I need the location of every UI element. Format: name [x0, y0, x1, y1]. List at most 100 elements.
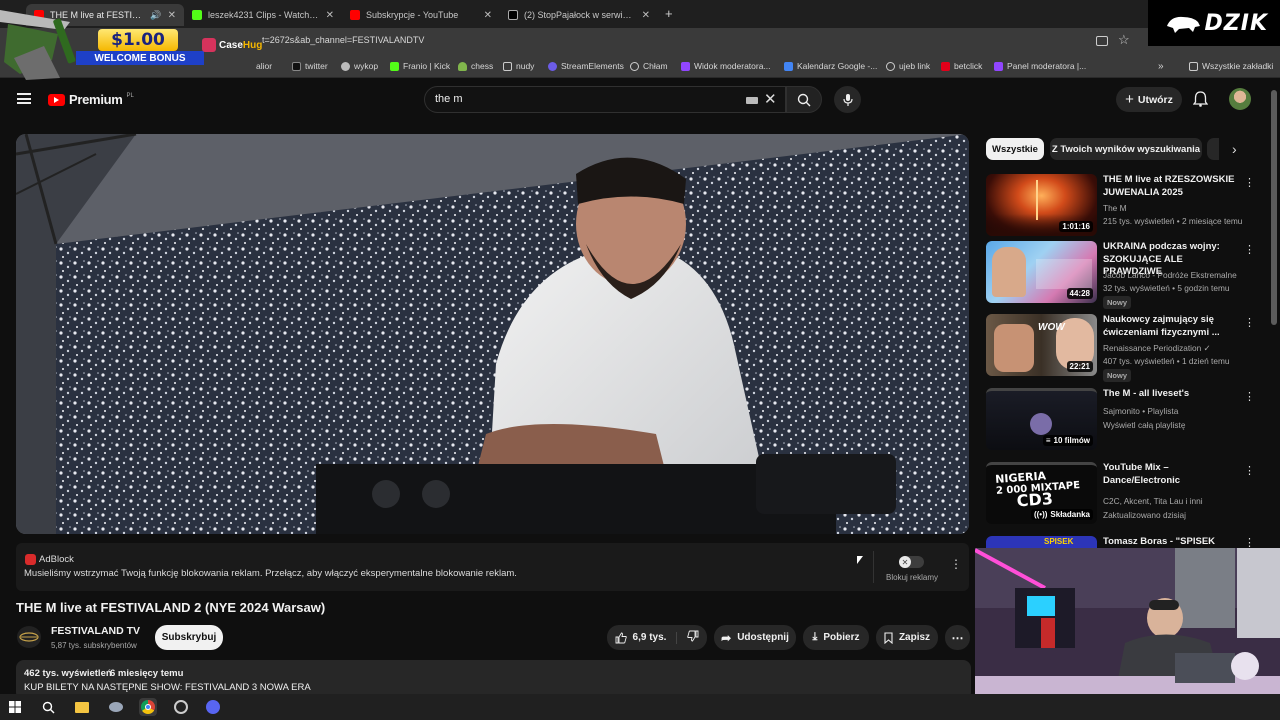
youtube-play-icon [48, 93, 65, 106]
bookmark-kalendarz[interactable]: Kalendarz Google -... [784, 61, 877, 71]
install-app-icon[interactable] [1096, 36, 1108, 46]
avatar[interactable] [1229, 88, 1251, 110]
adblock-title: AdBlock [39, 554, 74, 565]
download-button[interactable]: ⤓ Pobierz [803, 625, 869, 650]
video-thumbnail[interactable]: WOW 22:21 [986, 314, 1097, 376]
twitch-icon [681, 61, 690, 71]
chip-from-your-search[interactable]: Z Twoich wyników wyszukiwania [1050, 138, 1202, 160]
bookmark-label: Panel moderatora |... [1007, 61, 1087, 71]
windows-start-icon[interactable] [6, 698, 24, 716]
url-text[interactable]: t=2672s&ab_channel=FESTIVALANDTV [262, 35, 424, 45]
tab-youtube-subscriptions[interactable]: Subskrypcje - YouTube ✕ [342, 4, 500, 26]
bookmark-ujeb-link[interactable]: ujeb link [886, 61, 930, 71]
search-icon[interactable] [39, 698, 57, 716]
chip-partial[interactable] [1207, 138, 1219, 160]
bookmark-panel-moderatora[interactable]: Panel moderatora |... [994, 61, 1086, 71]
bookmark-star-icon[interactable]: ☆ [1118, 32, 1130, 48]
mix-updated: Zaktualizowano dzisiaj [1103, 510, 1187, 520]
close-tab-icon[interactable]: ✕ [484, 10, 492, 21]
logo-region: PL [126, 92, 134, 99]
related-video[interactable]: 1:01:16 THE M live at RZESZOWSKIE JUWENAL… [986, 174, 1256, 240]
bookmark-chess[interactable]: chess [458, 61, 493, 71]
close-tab-icon[interactable]: ✕ [326, 10, 334, 21]
file-explorer-icon[interactable] [73, 698, 91, 716]
welcome-bonus-overlay: $1.00 WELCOME BONUS Case Hug [0, 0, 268, 80]
bookmark-twitter[interactable]: twitter [292, 61, 328, 71]
betclick-icon [941, 61, 950, 71]
view-full-playlist[interactable]: Wyświetl całą playlistę [1103, 420, 1185, 430]
voice-search-button[interactable] [834, 86, 861, 113]
tab-x-stoppajalock[interactable]: (2) StopPajałock w serwisie X: „ ✕ [500, 4, 658, 26]
menu-icon[interactable] [17, 93, 31, 104]
more-options-icon[interactable]: ⋮ [1244, 536, 1255, 548]
new-tab-button[interactable]: + [665, 6, 673, 21]
subscribe-button[interactable]: Subskrybuj [155, 625, 223, 650]
search-button[interactable] [786, 86, 822, 113]
bookmark-streamelements[interactable]: StreamElements [548, 61, 624, 71]
related-playlist[interactable]: ≡ 10 filmów The M - all liveset's Sajmoni… [986, 388, 1256, 454]
view-count: 462 tys. wyświetleń [24, 668, 112, 679]
thumbs-down-icon [687, 630, 699, 642]
youtube-favicon-icon [350, 10, 360, 20]
playlist-thumbnail[interactable]: ≡ 10 filmów [986, 388, 1097, 450]
search-box[interactable]: the m ✕ [424, 86, 786, 113]
youtube-logo[interactable]: Premium PL [48, 92, 134, 107]
bonus-amount-badge: $1.00 [98, 29, 178, 51]
wow-thumb-text: WOW [1038, 322, 1065, 333]
more-options-icon[interactable]: ⋮ [1244, 316, 1255, 329]
channel-name[interactable]: FESTIVALAND TV [51, 625, 140, 637]
more-options-icon[interactable]: ⋮ [1244, 243, 1255, 256]
bookmark-label: ujeb link [899, 61, 931, 71]
more-options-icon[interactable]: ⋮ [1244, 390, 1255, 403]
like-button[interactable]: 6,9 tys. [615, 631, 678, 644]
related-video[interactable]: WOW 22:21 Naukowcy zajmujący się ćwiczeni… [986, 314, 1256, 382]
app-icon[interactable] [107, 698, 125, 716]
chip-all[interactable]: Wszystkie [986, 138, 1044, 160]
all-bookmarks[interactable]: Wszystkie zakładki [1189, 61, 1273, 71]
block-ads-toggle[interactable]: ✕ [899, 556, 924, 568]
keyboard-icon[interactable] [746, 97, 758, 104]
close-tab-icon[interactable]: ✕ [642, 10, 650, 21]
video-player[interactable] [16, 134, 969, 534]
video-title: THE M live at FESTIVALAND 2 (NYE 2024 Wa… [16, 600, 326, 615]
more-bookmarks-icon[interactable]: » [1158, 61, 1164, 72]
dislike-button[interactable] [683, 630, 699, 645]
save-button[interactable]: Zapisz [876, 625, 938, 650]
bookmark-label: twitter [305, 61, 328, 71]
bookmark-folder-nudy[interactable]: nudy [503, 61, 534, 71]
chevron-right-icon[interactable]: › [1232, 141, 1237, 157]
more-options-icon[interactable]: ⋮ [1244, 464, 1255, 477]
create-label: Utwórz [1137, 93, 1173, 106]
mix-thumbnail[interactable]: NIGERIA 2 000 MIXTAPE CD3 ((•)) Składanka [986, 462, 1097, 524]
bookmark-label: Franio | Kick [403, 61, 451, 71]
search-icon [797, 93, 811, 106]
video-thumbnail[interactable]: 44:28 [986, 241, 1097, 303]
folder-icon [503, 61, 512, 71]
bookmark-widok-moderatora[interactable]: Widok moderatora... [681, 61, 771, 71]
related-video[interactable]: 44:28 UKRAINA podczas wojny: SZOKUJĄCE AL… [986, 241, 1256, 309]
related-mix[interactable]: NIGERIA 2 000 MIXTAPE CD3 ((•)) Składanka Y… [986, 462, 1256, 528]
bookmark-betclick[interactable]: betclick [941, 61, 982, 71]
related-video[interactable]: SPISEK Tomasz Boras - "SPISEK ⋮ [986, 536, 1256, 548]
bookmark-icon [884, 631, 893, 644]
notifications-bell-icon[interactable] [1192, 91, 1209, 112]
discord-icon[interactable] [204, 698, 222, 716]
create-button[interactable]: + Utwórz [1116, 87, 1182, 112]
adblock-more-icon[interactable]: ⋮ [950, 557, 962, 571]
more-options-icon[interactable]: ⋮ [1244, 176, 1255, 189]
clear-search-icon[interactable]: ✕ [764, 90, 777, 108]
brand-part: Hug [242, 39, 263, 51]
video-thumbnail[interactable]: 1:01:16 [986, 174, 1097, 236]
calendar-icon [784, 61, 793, 71]
channel-avatar[interactable] [17, 626, 41, 648]
share-button[interactable]: ➦ Udostępnij [714, 625, 796, 650]
video-thumbnail[interactable]: SPISEK [986, 536, 1097, 548]
bookmark-chlam[interactable]: Chłam [630, 61, 668, 71]
more-actions-button[interactable]: ⋯ [945, 625, 970, 650]
search-input[interactable]: the m [435, 93, 463, 105]
bookmark-wykop[interactable]: wykop [341, 61, 378, 71]
obs-icon[interactable] [172, 698, 190, 716]
chrome-icon[interactable] [139, 698, 157, 716]
bookmark-kick[interactable]: Franio | Kick [390, 61, 450, 71]
page-scrollbar[interactable] [1271, 90, 1277, 325]
